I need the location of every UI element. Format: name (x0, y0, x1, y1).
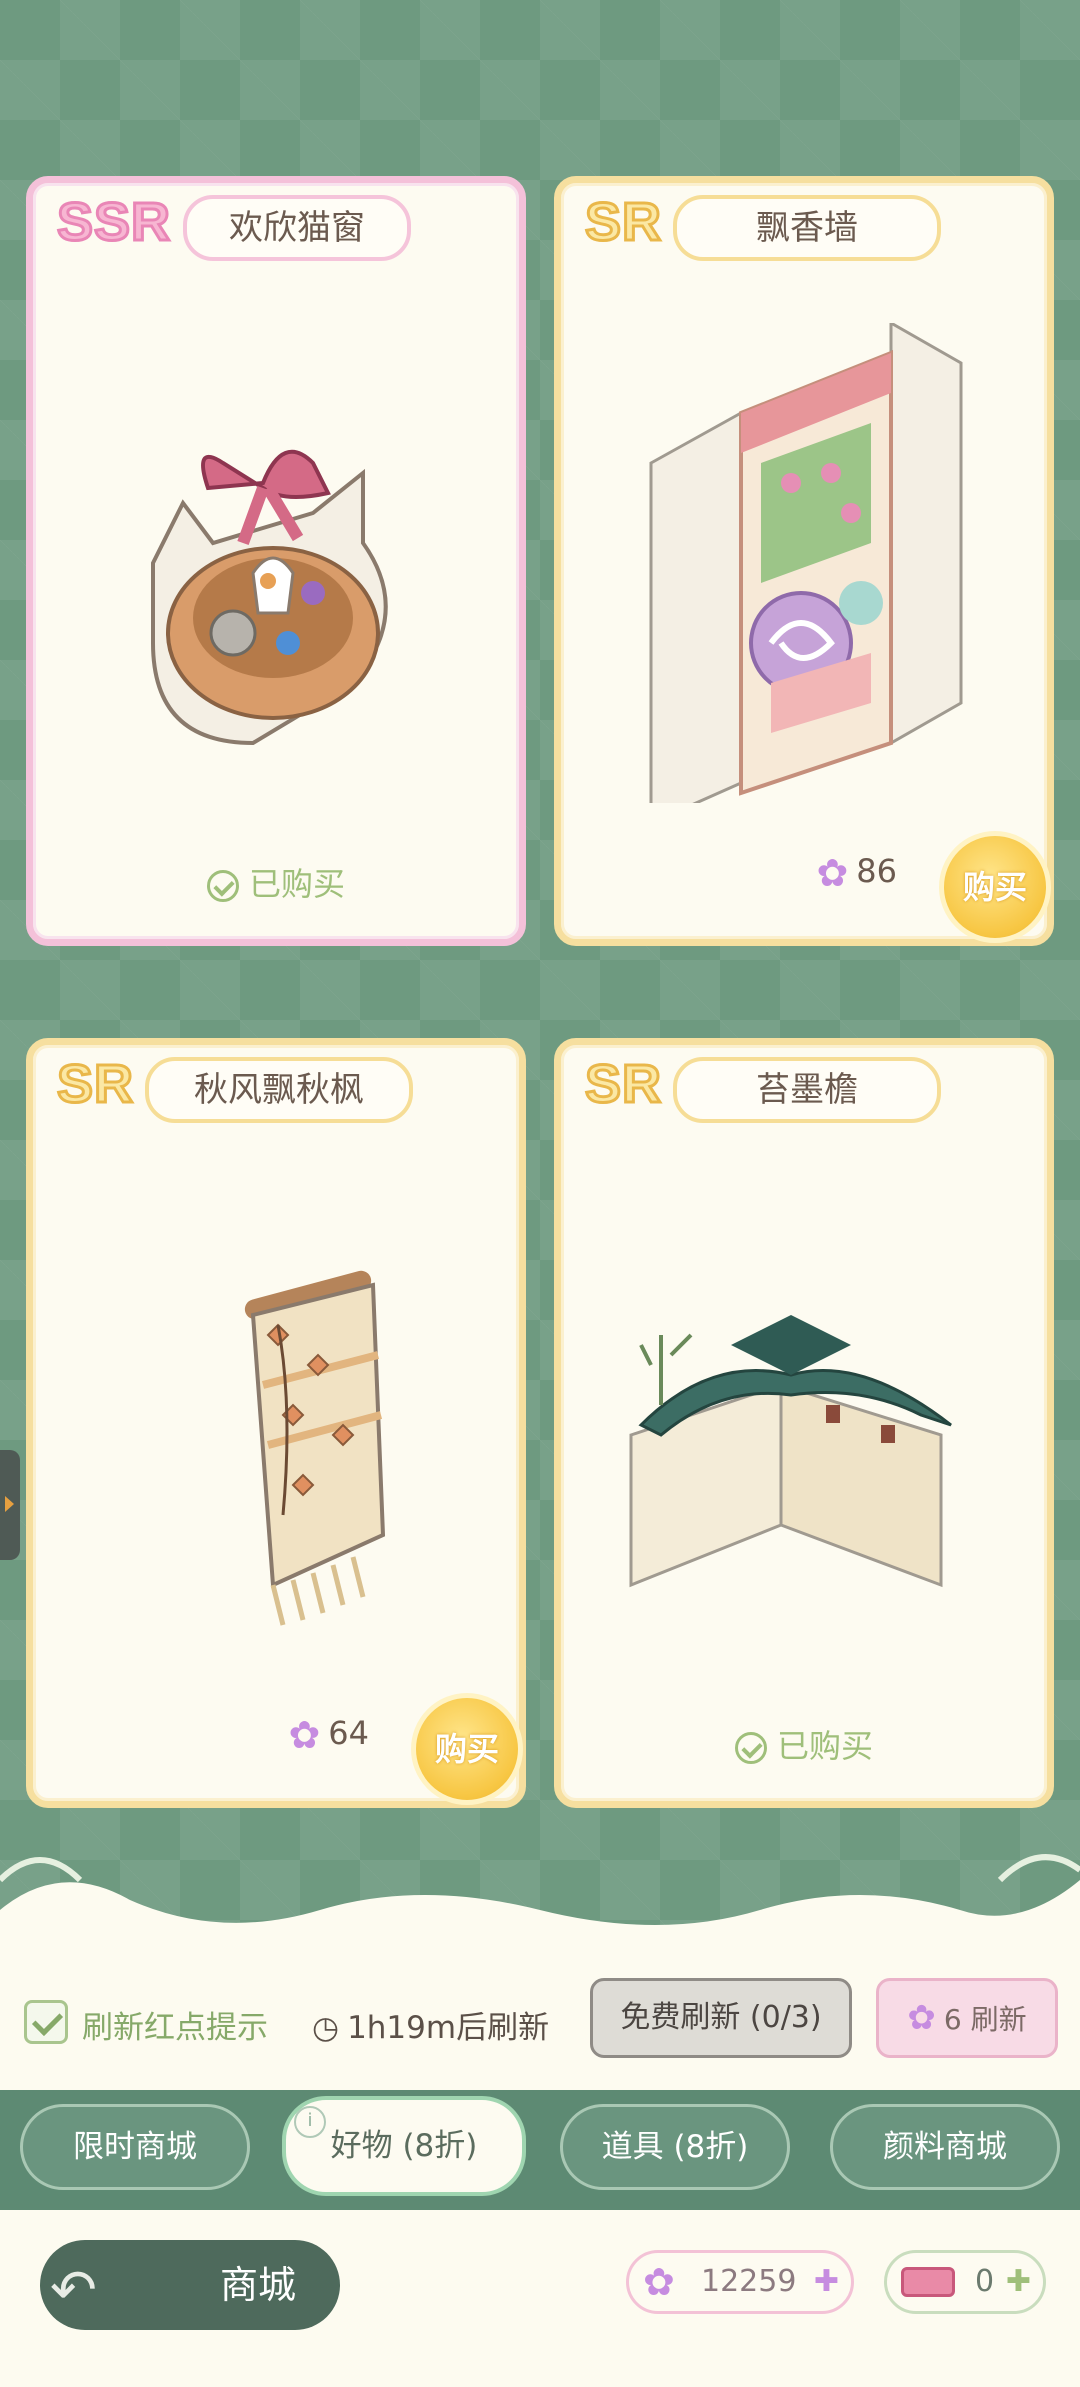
rarity-badge: SR (583, 1053, 663, 1116)
purchased-status: 已购买 (561, 1721, 1047, 1767)
info-icon[interactable]: i (294, 2106, 326, 2138)
back-arrow-icon[interactable]: ↶ (50, 2258, 97, 2323)
item-price: ✿ 64 (288, 1713, 369, 1757)
tab-props[interactable]: 道具 (8折) (560, 2104, 790, 2190)
red-dot-reminder-checkbox[interactable] (24, 2000, 68, 2044)
price-value: 86 (856, 852, 897, 890)
item-card-moss-eaves[interactable]: SR 苔墨檐 已购买 (554, 1038, 1054, 1808)
add-tickets-icon[interactable]: ✚ (1006, 2253, 1031, 2311)
purchased-status: 已购买 (33, 859, 519, 905)
rarity-badge: SSR (55, 191, 172, 254)
star-gem-icon: ✿ (816, 851, 849, 895)
rarity-badge: SR (55, 1053, 135, 1116)
ticket-balance: 0 ✚ (884, 2250, 1046, 2314)
gem-balance: ✿ 12259 ✚ (626, 2250, 854, 2314)
buy-button[interactable]: 购买 (939, 831, 1051, 943)
clock-icon: ◷ (312, 2010, 340, 2046)
tab-goods-label: 好物 (8折) (330, 2128, 478, 2164)
red-dot-reminder-label: 刷新红点提示 (82, 2010, 268, 2046)
side-drawer-handle[interactable] (0, 1450, 20, 1560)
fragrant-wall-image (649, 323, 963, 803)
shop-tabs: 限时商城 i 好物 (8折) 道具 (8折) 颜料商城 (0, 2090, 1080, 2210)
add-gems-icon[interactable]: ✚ (814, 2253, 839, 2311)
tab-limited-shop[interactable]: 限时商城 (20, 2104, 250, 2190)
refresh-timer-text: 1h19m后刷新 (347, 2010, 550, 2046)
gem-count: 12259 (701, 2264, 797, 2299)
star-gem-icon: ✿ (643, 2260, 675, 2304)
star-gem-icon: ✿ (288, 1713, 321, 1757)
page-title: 商城 (220, 2263, 297, 2307)
item-card-autumn-maple[interactable]: SR 秋风飘秋枫 ✿ 64 购买 (26, 1038, 526, 1808)
ticket-icon (901, 2267, 955, 2297)
paid-refresh-label: 刷新 (970, 2003, 1027, 2036)
paid-refresh-cost: 6 (943, 2003, 962, 2036)
purchased-label: 已购买 (248, 865, 345, 903)
item-name: 苔墨檐 (673, 1057, 941, 1123)
decorative-wave (0, 1854, 1080, 1950)
check-circle-icon (206, 870, 239, 902)
item-name: 欢欣猫窗 (183, 195, 411, 261)
check-circle-icon (734, 1732, 767, 1764)
item-card-fragrant-wall[interactable]: SR 飘香墙 ✿ 86 购买 (554, 176, 1054, 946)
cat-window-image (151, 449, 388, 746)
item-card-cat-window[interactable]: SSR 欢欣猫窗 已购买 (26, 176, 526, 946)
item-price: ✿ 86 (816, 851, 897, 895)
moss-eaves-image (629, 1315, 952, 1588)
tab-dye-shop[interactable]: 颜料商城 (830, 2104, 1060, 2190)
tab-goods[interactable]: i 好物 (8折) (282, 2096, 526, 2196)
purchased-label: 已购买 (776, 1727, 873, 1765)
item-grid: SSR 欢欣猫窗 已购买 SR 飘香墙 ✿ 86 购买 SR 秋风飘秋枫 ✿ 6… (0, 0, 1080, 1880)
refresh-row: 刷新红点提示 ◷ 1h19m后刷新 免费刷新 (0/3) ✿ 6 刷新 (0, 1940, 1080, 2090)
buy-button[interactable]: 购买 (411, 1693, 523, 1805)
ticket-count: 0 (975, 2264, 995, 2299)
price-value: 64 (328, 1714, 369, 1752)
autumn-maple-image (244, 1270, 386, 1626)
item-name: 飘香墙 (673, 195, 941, 261)
rarity-badge: SR (583, 191, 663, 254)
star-gem-icon: ✿ (907, 1998, 936, 2038)
paid-refresh-button[interactable]: ✿ 6 刷新 (876, 1978, 1058, 2058)
item-name: 秋风飘秋枫 (145, 1057, 413, 1123)
refresh-timer: ◷ 1h19m后刷新 (312, 2002, 549, 2047)
free-refresh-button[interactable]: 免费刷新 (0/3) (590, 1978, 852, 2058)
